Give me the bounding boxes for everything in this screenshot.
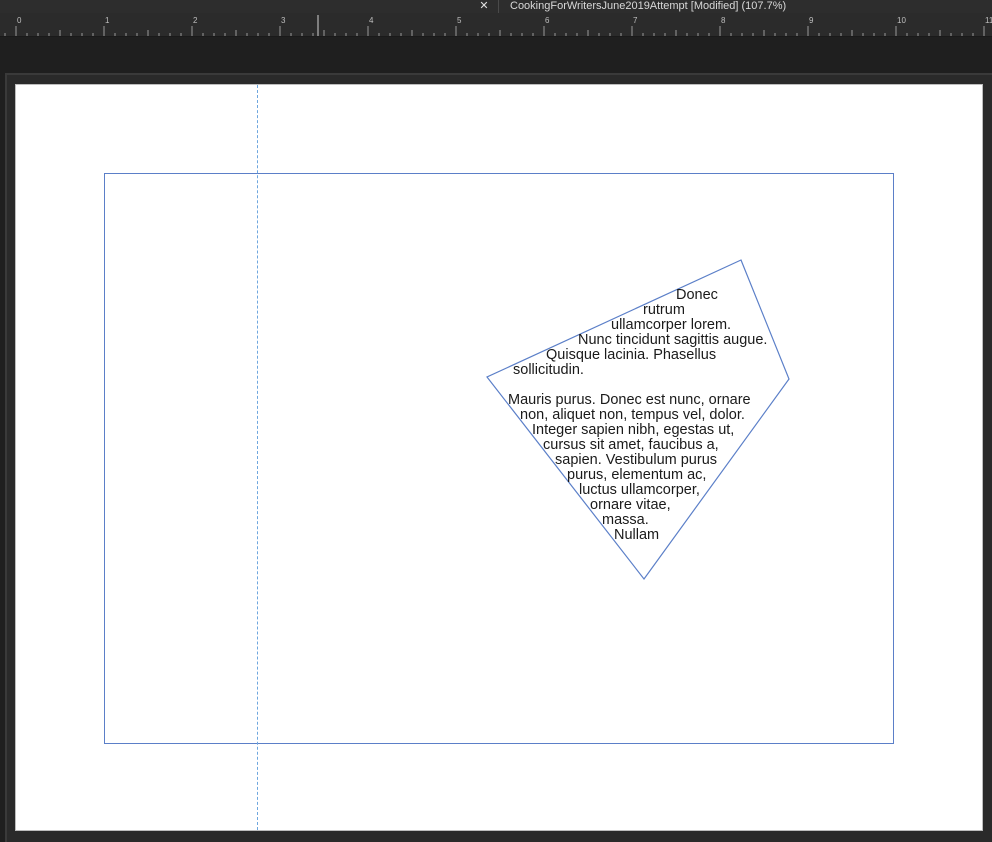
- ruler-ticks: 0 1 2 3 4 5 6 7 8 9 10 11: [4, 15, 992, 36]
- close-icon[interactable]: ✕: [478, 0, 490, 13]
- ruler-label: 8: [721, 16, 726, 25]
- ruler-label: 11: [985, 16, 992, 25]
- horizontal-ruler[interactable]: 0 1 2 3 4 5 6 7 8 9 10 11: [0, 13, 992, 37]
- ruler-label: 1: [105, 16, 110, 25]
- app-window: ✕ CookingForWritersJune2019Attempt [Modi…: [0, 0, 992, 842]
- ruler-label: 3: [281, 16, 286, 25]
- text-line: Donec: [676, 287, 718, 303]
- ruler-label: 6: [545, 16, 550, 25]
- ruler-label: 7: [633, 16, 638, 25]
- text-line: rutrum: [643, 302, 685, 318]
- text-line: Nunc tincidunt sagittis augue.: [578, 332, 768, 348]
- ruler-label: 10: [897, 16, 906, 25]
- document-tab-title: CookingForWritersJune2019Attempt [Modifi…: [510, 0, 787, 12]
- ruler-label: 9: [809, 16, 814, 25]
- text-line: luctus ullamcorper,: [579, 482, 700, 498]
- text-line: Mauris purus. Donec est nunc, ornare: [508, 392, 751, 408]
- ruler-label: 5: [457, 16, 462, 25]
- text-line: massa.: [602, 512, 649, 528]
- text-line: cursus sit amet, faucibus a,: [543, 437, 719, 453]
- text-line: ullamcorper lorem.: [611, 317, 732, 333]
- ruler-label: 0: [17, 16, 22, 25]
- document-tab-strip: ✕ CookingForWritersJune2019Attempt [Modi…: [0, 0, 992, 13]
- text-line: non, aliquet non, tempus vel, dolor.: [520, 407, 745, 423]
- text-line: Nullam: [614, 527, 660, 543]
- ruler-label: 4: [369, 16, 374, 25]
- ruler-label: 2: [193, 16, 198, 25]
- tab-divider: [498, 0, 499, 13]
- document-tab[interactable]: ✕ CookingForWritersJune2019Attempt [Modi…: [472, 0, 786, 13]
- text-line: sollicitudin.: [513, 362, 584, 378]
- text-line: purus, elementum ac,: [567, 467, 707, 483]
- text-line: ornare vitae,: [590, 497, 671, 513]
- text-line: Quisque lacinia. Phasellus: [546, 347, 717, 363]
- vertical-guide[interactable]: [257, 85, 258, 830]
- shape-text-frame[interactable]: Donec rutrum ullamcorper lorem. Nunc tincid…: [485, 286, 785, 546]
- text-line: sapien. Vestibulum purus: [555, 452, 718, 468]
- text-line: Integer sapien nibh, egestas ut,: [532, 422, 735, 438]
